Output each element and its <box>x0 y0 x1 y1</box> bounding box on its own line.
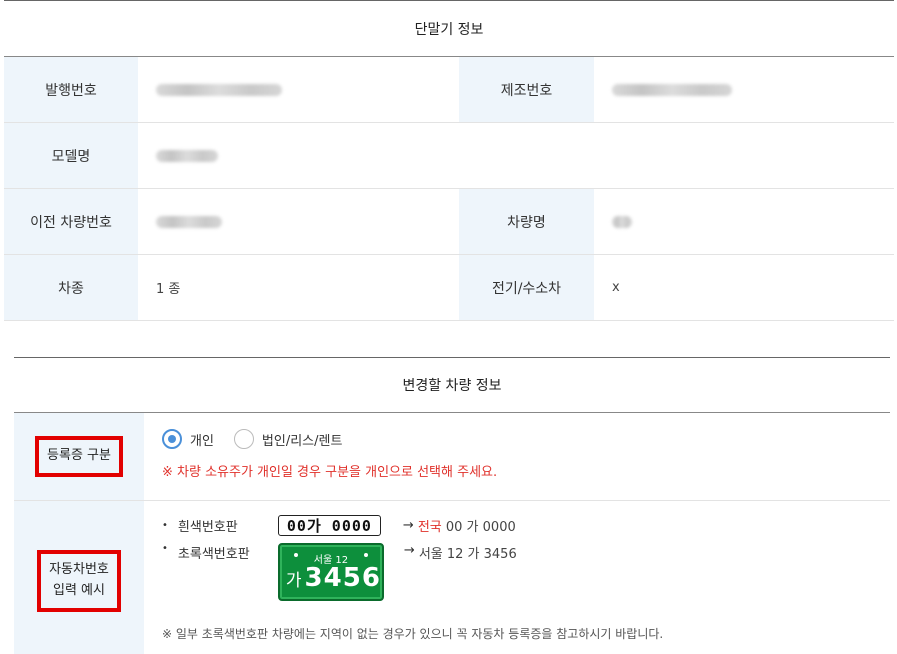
green-plate-example: • 초록색번호판 서울 12 가3456 → 서울 12 가 3456 <box>162 543 517 601</box>
radio-individual[interactable] <box>162 429 182 449</box>
new-vehicle-section: 변경할 차량 정보 등록증 구분 개인 법인/리스/렌트 ※ 차량 소유주가 개… <box>14 357 890 654</box>
terminal-info-title: 단말기 정보 <box>4 0 894 57</box>
prev-vehicle-number-label: 이전 차량번호 <box>4 189 138 254</box>
model-name-value <box>138 123 820 188</box>
serial-number-label: 제조번호 <box>459 57 594 122</box>
green-plate-name: 초록색번호판 <box>177 547 250 562</box>
model-name-label: 모델명 <box>4 123 138 188</box>
white-plate-image: 00가 0000 <box>277 515 381 536</box>
ev-hydrogen-label: 전기/수소차 <box>459 255 594 320</box>
example-region: 전국 <box>417 520 442 535</box>
vehicle-name-value <box>594 189 820 254</box>
arrow-icon: → <box>403 543 415 558</box>
table-row: 발행번호 제조번호 <box>4 57 894 123</box>
green-plate-example-text: 서울 12 가 3456 <box>418 547 517 562</box>
plate-example-row: 자동차번호 입력 예시 • 흰색번호판 00가 0000 → 전국 00 가 0… <box>14 501 890 654</box>
bullet: • <box>162 520 168 531</box>
registration-type-label-cell: 등록증 구분 <box>14 413 144 500</box>
issue-number-label: 발행번호 <box>4 57 138 122</box>
table-row: 차종 1 종 전기/수소차 x <box>4 255 894 321</box>
registration-type-options: 개인 법인/리스/렌트 ※ 차량 소유주가 개인일 경우 구분을 개인으로 선택… <box>144 413 497 500</box>
registration-notice: ※ 차량 소유주가 개인일 경우 구분을 개인으로 선택해 주세요. <box>162 465 498 480</box>
serial-number-value <box>594 57 820 122</box>
plate-example-label-line2: 입력 예시 <box>53 583 105 598</box>
radio-corporate[interactable] <box>233 429 254 449</box>
white-plate-name: 흰색번호판 <box>177 520 238 535</box>
arrow-icon: → <box>402 518 414 533</box>
radio-individual-label[interactable]: 개인 <box>190 430 214 449</box>
vehicle-class-value: 1 종 <box>156 282 181 297</box>
white-plate-example: • 흰색번호판 00가 0000 → 전국 00 가 0000 <box>162 515 516 536</box>
plate-example-content: • 흰색번호판 00가 0000 → 전국 00 가 0000 • 초록색번호판… <box>144 501 890 654</box>
example-rest: 00 가 0000 <box>441 520 516 535</box>
radio-corporate-label[interactable]: 법인/리스/렌트 <box>262 430 343 449</box>
plate-footnote: ※ 일부 초록색번호판 차량에는 지역이 없는 경우가 있으니 꼭 자동차 등록… <box>162 627 664 641</box>
new-vehicle-title: 변경할 차량 정보 <box>14 357 890 413</box>
green-plate-number: 가3456 <box>286 563 381 593</box>
table-row: 모델명 <box>4 123 894 189</box>
registration-type-label: 등록증 구분 <box>35 436 123 477</box>
green-plate-digits: 3456 <box>304 563 381 593</box>
green-plate-ga: 가 <box>285 571 303 591</box>
prev-vehicle-number-value <box>138 189 459 254</box>
plate-example-label: 자동차번호 입력 예시 <box>37 550 121 612</box>
plate-example-label-line1: 자동차번호 <box>49 562 109 578</box>
vehicle-class-label: 차종 <box>4 255 138 320</box>
registration-type-row: 등록증 구분 개인 법인/리스/렌트 ※ 차량 소유주가 개인일 경우 구분을 … <box>14 413 890 501</box>
terminal-info-section: 단말기 정보 발행번호 제조번호 모델명 이전 차량번호 차량명 차종 1 종 … <box>4 0 894 321</box>
plate-example-label-cell: 자동차번호 입력 예시 <box>14 501 144 654</box>
white-plate-example-text: 전국 00 가 0000 <box>418 516 516 535</box>
table-row: 이전 차량번호 차량명 <box>4 189 894 255</box>
issue-number-value <box>138 57 459 122</box>
ev-hydrogen-value: x <box>612 280 620 295</box>
bullet: • <box>162 543 168 554</box>
vehicle-name-label: 차량명 <box>459 189 594 254</box>
green-plate-image: 서울 12 가3456 <box>277 543 384 601</box>
